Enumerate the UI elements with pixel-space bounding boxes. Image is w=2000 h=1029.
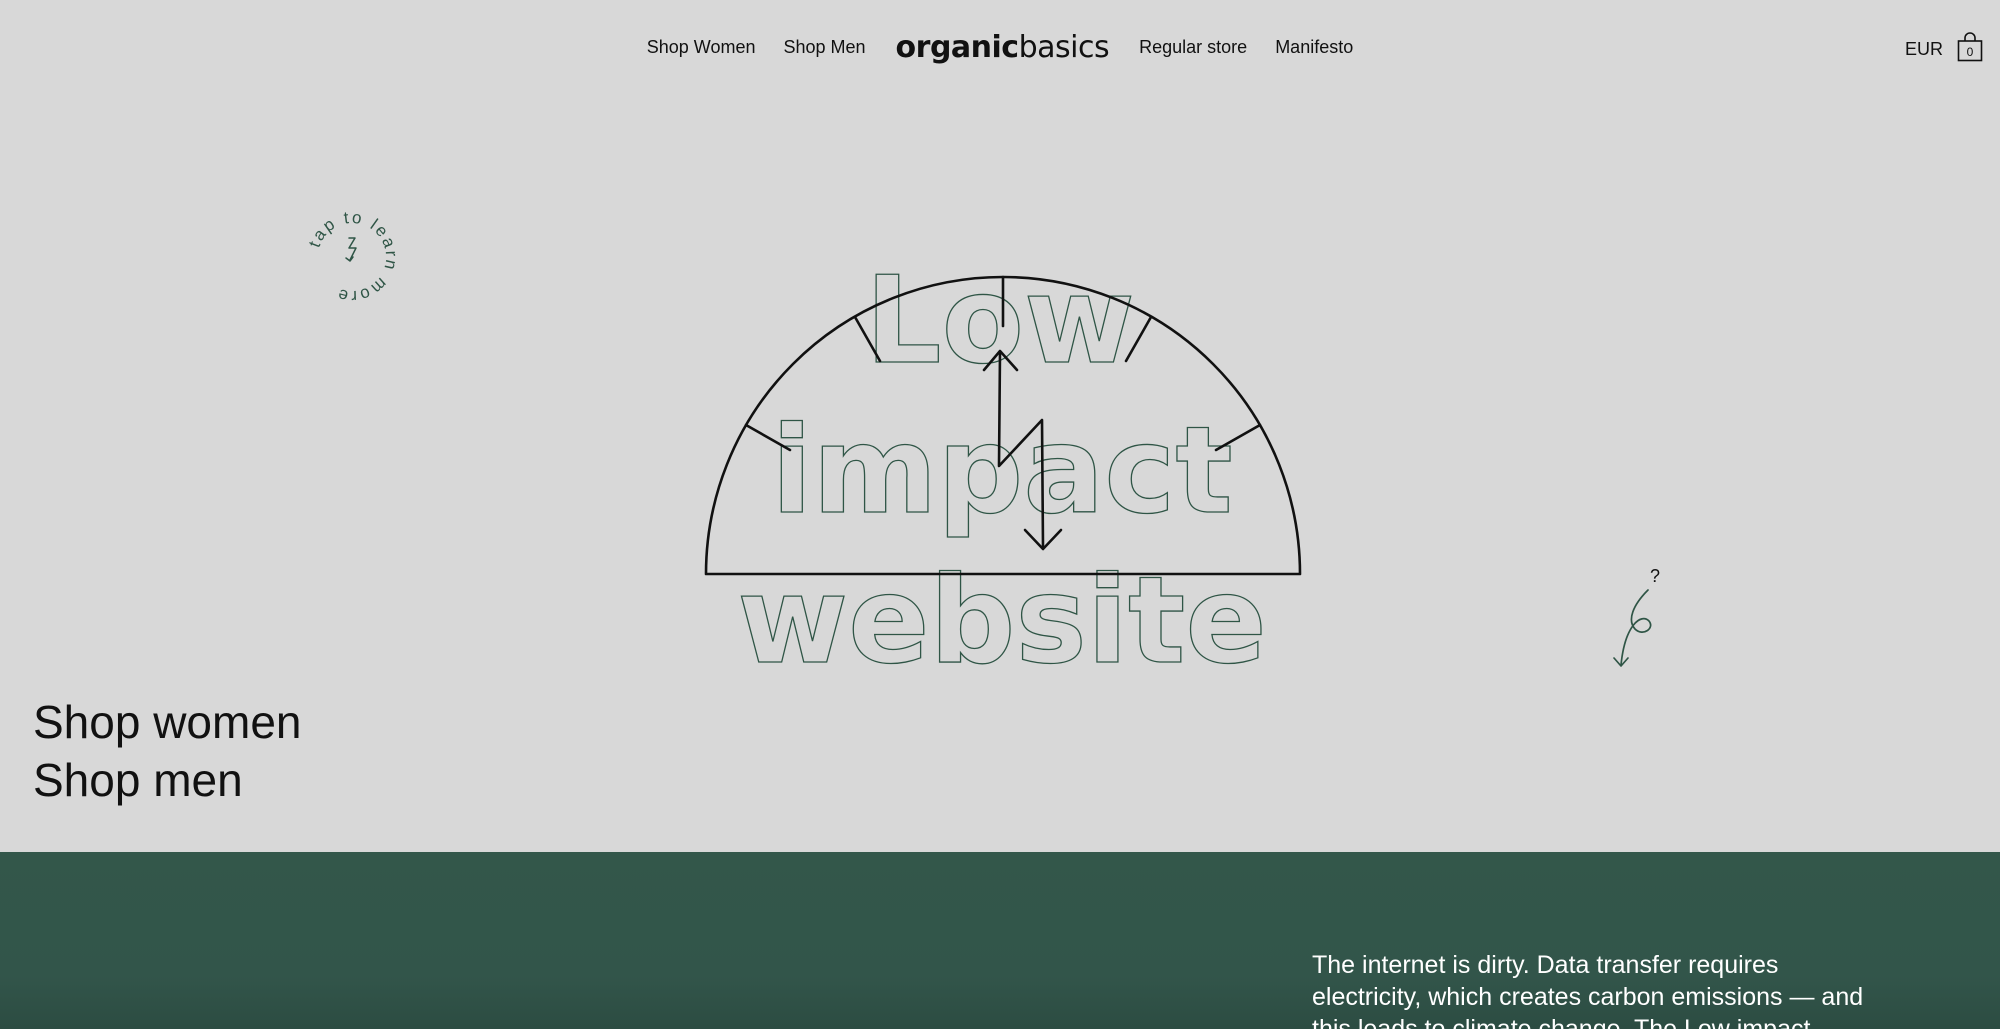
scroll-hint-squiggle: ?: [1605, 565, 1665, 675]
shop-women-link[interactable]: Shop women: [33, 693, 302, 751]
lightning-icon: [345, 237, 357, 262]
page: Shop Women Shop Men organicbasics Regula…: [0, 0, 2000, 1029]
circular-text-badge: tap to learn more: [305, 208, 399, 306]
tap-to-learn-more-badge[interactable]: tap to learn more: [300, 205, 404, 309]
shop-men-link[interactable]: Shop men: [33, 751, 302, 809]
shop-links: Shop women Shop men: [33, 693, 302, 809]
squiggle-question-mark: ?: [1650, 566, 1660, 586]
headline-line-impact: impact: [771, 402, 1233, 541]
squiggle-arrow-icon: ?: [1613, 566, 1660, 667]
intro-paragraph: The internet is dirty. Data transfer req…: [1312, 951, 1864, 1029]
